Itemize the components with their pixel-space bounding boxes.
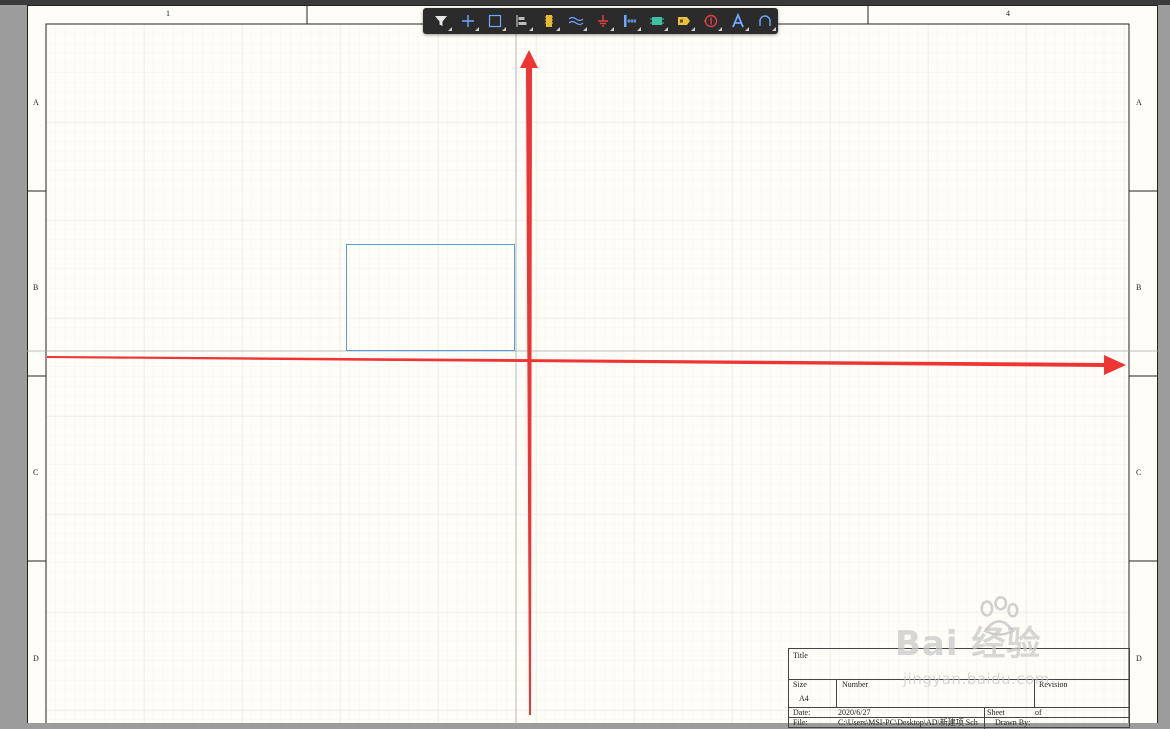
- tool-move[interactable]: [454, 9, 481, 33]
- filter-icon: [434, 16, 447, 26]
- date-label: Date:: [793, 708, 811, 717]
- tool-place-port[interactable]: [670, 9, 697, 33]
- tool-place-sheet-symbol[interactable]: [643, 9, 670, 33]
- row-label-d-right: D: [1136, 654, 1142, 663]
- tool-place-wire[interactable]: [562, 9, 589, 33]
- revision-label: Revision: [1039, 680, 1068, 689]
- text-icon: [731, 13, 744, 28]
- component-icon: [544, 15, 553, 27]
- tool-place-arc[interactable]: [751, 9, 778, 33]
- of-label: of: [1035, 708, 1042, 717]
- row-label-c-right: C: [1136, 468, 1142, 477]
- row-label-d-left: D: [33, 654, 39, 663]
- tool-place-bus[interactable]: [616, 9, 643, 33]
- tool-place-power[interactable]: [589, 9, 616, 33]
- tool-place-text[interactable]: [724, 9, 751, 33]
- crosshair-icon: [461, 15, 474, 27]
- number-label: Number: [842, 680, 869, 689]
- column-label-4: 4: [1006, 9, 1010, 18]
- sheet-symbol-icon: [649, 17, 664, 25]
- file-label: File:: [793, 718, 808, 727]
- file-value: C:\Users\MSI-PC\Desktop\AD\新建项 Sch: [838, 718, 978, 727]
- grid-area: [46, 24, 1129, 723]
- title-block: Title Size A4 Number Revision Date: 2020…: [788, 648, 1130, 729]
- active-bar-toolbar: [423, 8, 778, 34]
- align-icon: [515, 15, 526, 27]
- port-icon: [677, 17, 690, 25]
- size-label: Size: [793, 680, 807, 689]
- size-value: A4: [799, 694, 809, 703]
- tool-align[interactable]: [508, 9, 535, 33]
- tool-place-directive[interactable]: [697, 9, 724, 33]
- title-label: Title: [793, 651, 808, 660]
- bus-icon: [623, 15, 636, 27]
- drawn-by-label: Drawn By:: [995, 718, 1031, 727]
- no-erc-icon: [703, 14, 717, 28]
- arc-icon: [758, 15, 771, 26]
- row-label-a-right: A: [1136, 98, 1142, 107]
- date-value: 2020/6/27: [838, 708, 871, 717]
- tool-filter[interactable]: [427, 9, 454, 33]
- row-label-a-left: A: [33, 98, 39, 107]
- tool-place-part[interactable]: [535, 9, 562, 33]
- sheet-label: Sheet: [987, 708, 1005, 717]
- ground-power-icon: [597, 15, 608, 27]
- row-label-c-left: C: [33, 468, 39, 477]
- schematic-canvas[interactable]: [27, 5, 1158, 723]
- column-label-1: 1: [166, 9, 170, 18]
- schematic-sheet[interactable]: 1 4 A B C D A B C D: [27, 5, 1158, 723]
- row-label-b-right: B: [1136, 283, 1142, 292]
- row-label-b-left: B: [33, 283, 39, 292]
- wire-icon: [568, 16, 583, 26]
- tool-select[interactable]: [481, 9, 508, 33]
- select-rectangle-icon: [488, 14, 501, 28]
